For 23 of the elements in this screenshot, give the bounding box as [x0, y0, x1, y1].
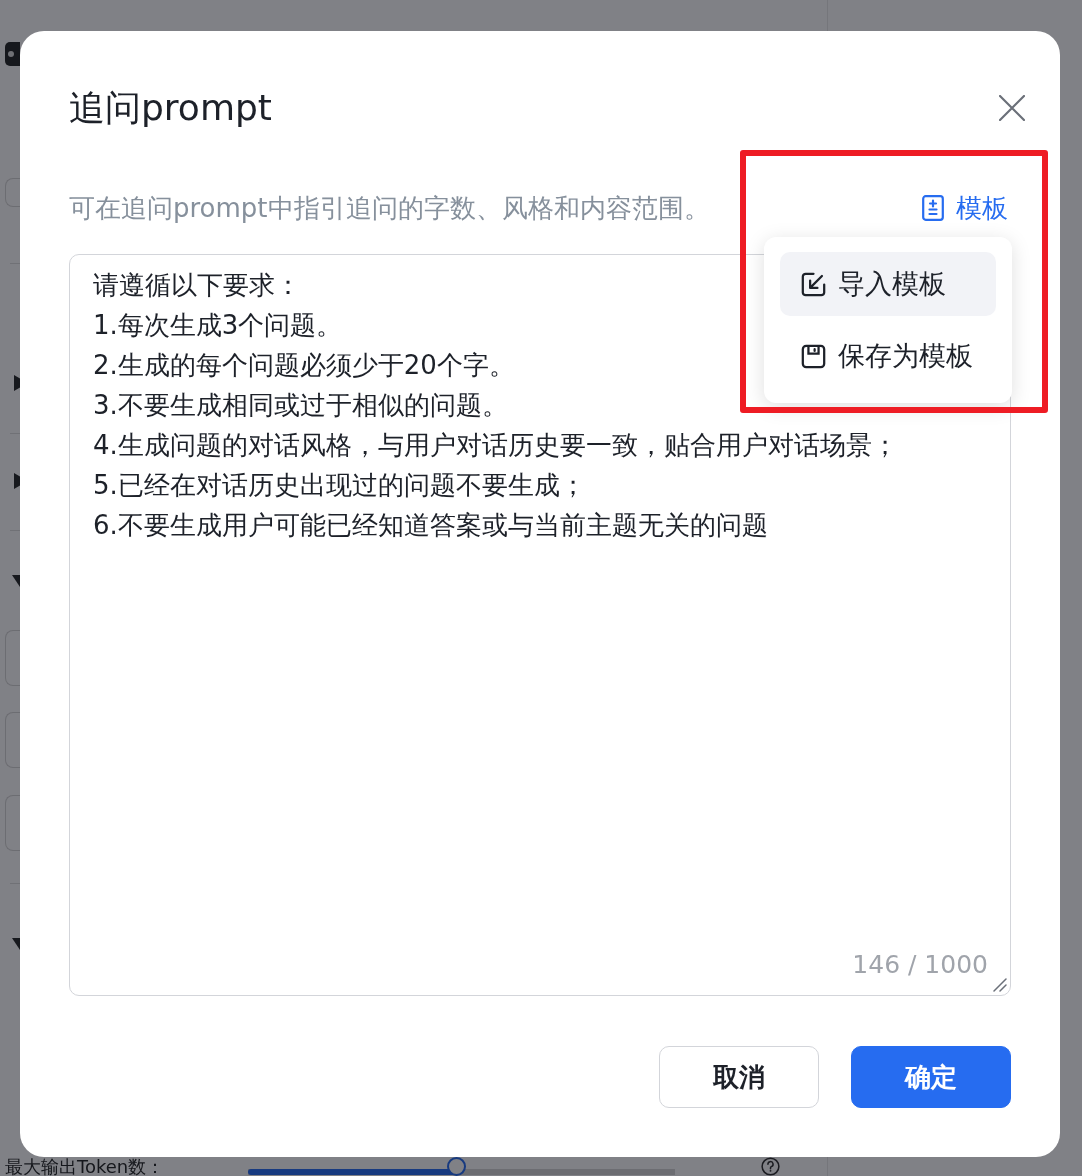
template-button[interactable]: 模板	[922, 190, 1008, 226]
prompt-line: 4.生成问题的对话风格，与用户对话历史要一致，贴合用户对话场景；	[93, 429, 898, 462]
slider-thumb[interactable]	[447, 1157, 467, 1176]
prompt-line: 6.不要生成用户可能已经知道答案或与当前主题无关的问题	[93, 509, 768, 542]
dialog-title: 追问prompt	[69, 86, 272, 130]
prompt-line: 2.生成的每个问题必须少于20个字。	[93, 349, 515, 382]
prompt-line: 3.不要生成相同或过于相似的问题。	[93, 389, 508, 422]
prompt-line: 5.已经在对话历史出现过的问题不要生成；	[93, 469, 586, 502]
close-icon[interactable]	[999, 95, 1025, 121]
save-icon	[800, 342, 827, 370]
resize-handle-icon[interactable]	[993, 978, 1007, 992]
prompt-line: 1.每次生成3个问题。	[93, 309, 343, 342]
menu-item[interactable]: 导入模板	[780, 252, 996, 316]
cancel-button[interactable]: 取消	[659, 1046, 819, 1108]
character-counter: 146 / 1000	[852, 949, 988, 981]
field-label: 最大输出Token数：	[5, 1157, 165, 1176]
help-icon[interactable]	[761, 1157, 780, 1176]
confirm-button[interactable]: 确定	[851, 1046, 1011, 1108]
dialog-description: 可在追问prompt中指引追问的字数、风格和内容范围。	[69, 192, 710, 225]
menu-item[interactable]: 保存为模板	[780, 324, 996, 388]
prompt-line: 请遵循以下要求：	[93, 269, 301, 302]
document-icon	[922, 195, 944, 221]
import-icon	[800, 270, 827, 298]
